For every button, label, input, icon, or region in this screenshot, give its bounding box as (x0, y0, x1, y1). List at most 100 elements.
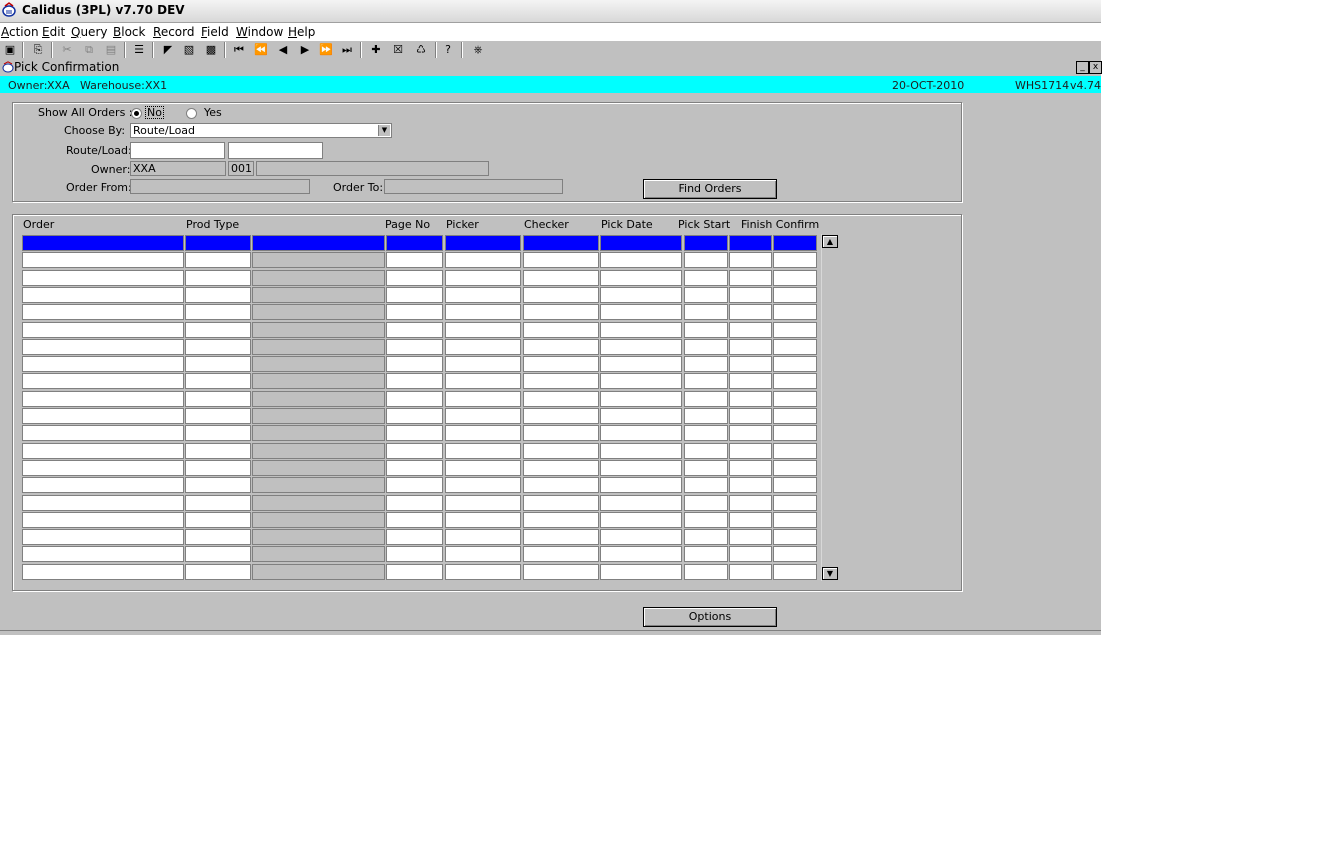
cell-pick-date[interactable] (600, 322, 682, 338)
cell-checker[interactable] (523, 529, 599, 545)
cell-pick-start[interactable] (684, 460, 728, 476)
cell-extra[interactable] (773, 564, 817, 580)
cell-pick-start[interactable] (684, 425, 728, 441)
cell-pick-start[interactable] (684, 356, 728, 372)
previous-record-icon[interactable]: ◀ (275, 42, 291, 58)
cell-prod-type[interactable] (185, 546, 251, 562)
cell-pick-date[interactable] (600, 460, 682, 476)
cell-picker[interactable] (445, 270, 521, 286)
cell-order[interactable] (22, 512, 184, 528)
cell-finish-confirm[interactable] (729, 546, 772, 562)
menu-action[interactable]: Action (1, 25, 39, 39)
cell-page-no[interactable] (386, 477, 443, 493)
cell-page-no[interactable] (386, 512, 443, 528)
cell-page-no[interactable] (386, 322, 443, 338)
cell-extra[interactable] (773, 425, 817, 441)
cell-prod-type[interactable] (185, 373, 251, 389)
cell-checker[interactable] (523, 304, 599, 320)
cell-extra[interactable] (773, 391, 817, 407)
cell-pick-start[interactable] (684, 270, 728, 286)
cell-pick-start[interactable] (684, 304, 728, 320)
exit-icon[interactable]: ⎈ (470, 42, 486, 58)
cell-page-no[interactable] (386, 356, 443, 372)
route-input[interactable] (130, 142, 225, 159)
duplicate-icon[interactable]: ♺ (413, 42, 429, 58)
cell-prod-type[interactable] (185, 235, 251, 251)
cell-prod-type[interactable] (185, 443, 251, 459)
copy-icon[interactable]: ⧉ (81, 42, 97, 58)
choose-by-select[interactable]: Route/Load ▼ (130, 123, 392, 138)
cell-page-no[interactable] (386, 373, 443, 389)
cell-finish-confirm[interactable] (729, 408, 772, 424)
cell-order[interactable] (22, 252, 184, 268)
cell-pick-start[interactable] (684, 287, 728, 303)
menu-window[interactable]: Window (236, 25, 283, 39)
help-icon[interactable]: ? (440, 42, 456, 58)
cell-pick-start[interactable] (684, 235, 728, 251)
cell-pick-start[interactable] (684, 512, 728, 528)
cell-checker[interactable] (523, 339, 599, 355)
cell-extra[interactable] (773, 373, 817, 389)
enter-query-icon[interactable]: ◤ (160, 42, 176, 58)
cell-order[interactable] (22, 564, 184, 580)
cell-prod-type[interactable] (185, 564, 251, 580)
previous-block-icon[interactable]: ⏪ (253, 42, 269, 58)
cell-pick-start[interactable] (684, 252, 728, 268)
cell-prod-type[interactable] (185, 339, 251, 355)
cell-order[interactable] (22, 339, 184, 355)
cell-pick-date[interactable] (600, 270, 682, 286)
cell-finish-confirm[interactable] (729, 373, 772, 389)
cell-checker[interactable] (523, 270, 599, 286)
cell-checker[interactable] (523, 425, 599, 441)
show-all-no-radio[interactable] (131, 108, 142, 119)
cell-page-no[interactable] (386, 304, 443, 320)
cell-finish-confirm[interactable] (729, 252, 772, 268)
scroll-down-icon[interactable]: ▼ (822, 567, 838, 580)
cell-extra[interactable] (773, 356, 817, 372)
cell-pick-date[interactable] (600, 391, 682, 407)
cell-order[interactable] (22, 304, 184, 320)
cell-page-no[interactable] (386, 564, 443, 580)
delete-record-icon[interactable]: ☒ (390, 42, 406, 58)
cell-picker[interactable] (445, 235, 521, 251)
cell-pick-date[interactable] (600, 564, 682, 580)
list-icon[interactable]: ☰ (131, 42, 147, 58)
cell-extra[interactable] (773, 252, 817, 268)
cell-extra[interactable] (773, 495, 817, 511)
cell-picker[interactable] (445, 477, 521, 493)
cell-checker[interactable] (523, 322, 599, 338)
cell-pick-date[interactable] (600, 373, 682, 389)
cell-pick-date[interactable] (600, 356, 682, 372)
cell-extra[interactable] (773, 270, 817, 286)
show-all-yes-label[interactable]: Yes (204, 106, 222, 119)
cell-order[interactable] (22, 391, 184, 407)
show-all-yes-radio[interactable] (186, 108, 197, 119)
cell-order[interactable] (22, 287, 184, 303)
grid-scrollbar[interactable]: ▲ ▼ (821, 234, 838, 581)
cell-pick-date[interactable] (600, 529, 682, 545)
cell-order[interactable] (22, 270, 184, 286)
cell-page-no[interactable] (386, 339, 443, 355)
cut-icon[interactable]: ✂ (59, 42, 75, 58)
cell-checker[interactable] (523, 391, 599, 407)
cell-order[interactable] (22, 477, 184, 493)
cell-extra[interactable] (773, 477, 817, 493)
cell-picker[interactable] (445, 373, 521, 389)
cell-prod-type[interactable] (185, 270, 251, 286)
first-record-icon[interactable]: ⏮ (231, 42, 247, 58)
cell-picker[interactable] (445, 252, 521, 268)
cell-extra[interactable] (773, 546, 817, 562)
cell-pick-date[interactable] (600, 546, 682, 562)
cell-extra[interactable] (773, 529, 817, 545)
cell-finish-confirm[interactable] (729, 339, 772, 355)
cell-pick-date[interactable] (600, 304, 682, 320)
cell-pick-date[interactable] (600, 408, 682, 424)
cell-extra[interactable] (773, 304, 817, 320)
cell-pick-date[interactable] (600, 477, 682, 493)
cell-finish-confirm[interactable] (729, 270, 772, 286)
cell-page-no[interactable] (386, 408, 443, 424)
cell-page-no[interactable] (386, 391, 443, 407)
cell-prod-type[interactable] (185, 477, 251, 493)
cell-prod-type[interactable] (185, 304, 251, 320)
cell-picker[interactable] (445, 356, 521, 372)
